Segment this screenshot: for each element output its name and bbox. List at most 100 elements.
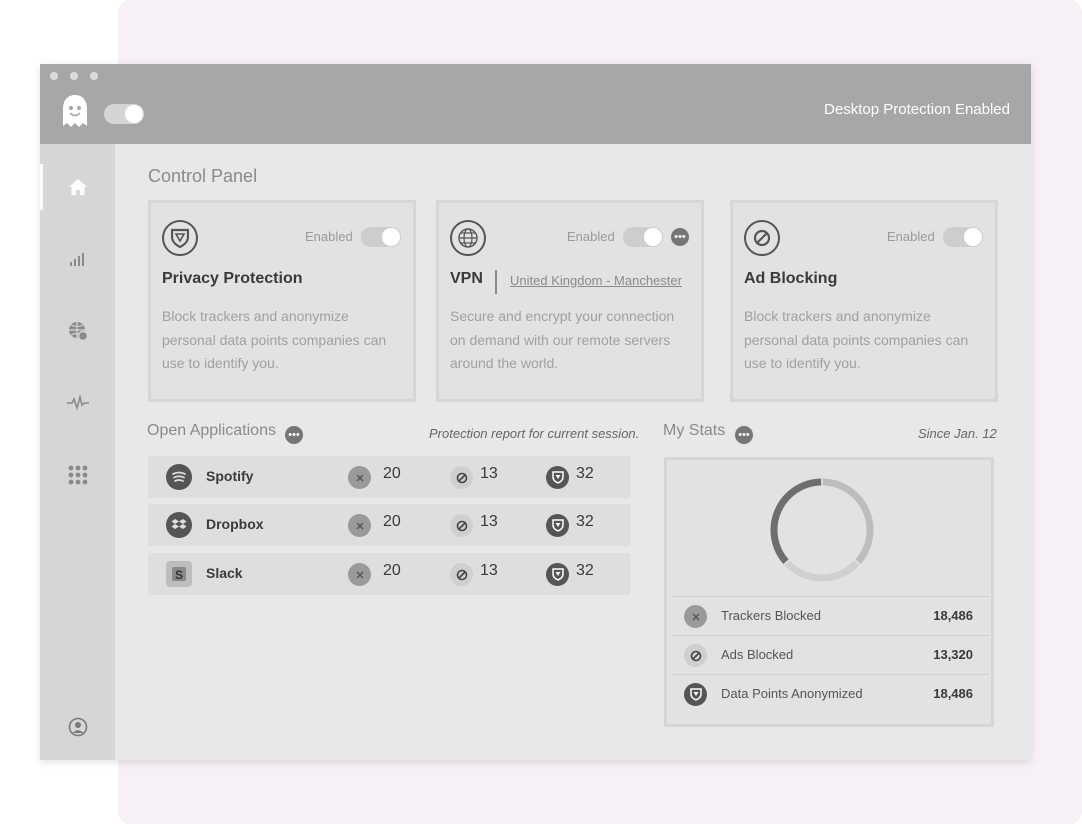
window-controls — [50, 72, 98, 80]
privacy-protection-card: Enabled Privacy Protection Block tracker… — [148, 200, 416, 402]
main-content: Control Panel Enabled Privacy Protection… — [115, 144, 1031, 760]
sidebar-item-apps[interactable] — [40, 452, 115, 498]
enabled-label: Enabled — [567, 229, 615, 244]
data-points-count: 32 — [576, 513, 594, 530]
ban-icon — [450, 563, 473, 586]
ban-icon — [684, 644, 707, 667]
minimize-window-dot[interactable] — [70, 72, 78, 80]
vpn-toggle[interactable] — [623, 227, 663, 247]
shield-icon — [546, 563, 569, 586]
stat-row-data-points: Data Points Anonymized 18,486 — [673, 674, 989, 714]
x-icon — [348, 514, 371, 537]
ban-icon — [450, 466, 473, 489]
card-description: Block trackers and anonymize personal da… — [162, 308, 387, 371]
x-icon — [684, 605, 707, 628]
stat-label: Ads Blocked — [721, 647, 794, 662]
slack-icon: S — [166, 561, 192, 587]
donut-segment-data-points-anonymized — [770, 478, 822, 565]
card-title: VPN — [450, 270, 483, 287]
ads-count: 13 — [480, 465, 498, 482]
ads-count: 13 — [480, 562, 498, 579]
enabled-label: Enabled — [305, 229, 353, 244]
stat-value: 13,320 — [933, 647, 973, 662]
maximize-window-dot[interactable] — [90, 72, 98, 80]
ad-blocking-toggle[interactable] — [943, 227, 983, 247]
app-window: Desktop Protection Enabled Control Panel — [40, 64, 1031, 760]
stat-value: 18,486 — [933, 686, 973, 701]
sidebar — [40, 144, 115, 760]
protection-master-toggle[interactable] — [104, 104, 144, 124]
stat-label: Trackers Blocked — [721, 608, 821, 623]
ellipsis-icon: ••• — [288, 429, 300, 441]
open-applications-title: Open Applications — [147, 422, 276, 439]
sidebar-item-stats[interactable] — [40, 236, 115, 282]
sidebar-item-home[interactable] — [40, 164, 115, 210]
protection-status-text: Desktop Protection Enabled — [824, 101, 1010, 118]
ghost-logo-icon — [63, 95, 87, 127]
sidebar-item-account[interactable] — [40, 704, 115, 750]
shield-icon — [546, 514, 569, 537]
user-icon — [68, 717, 87, 737]
card-description: Block trackers and anonymize personal da… — [744, 308, 969, 371]
card-title: Privacy Protection — [162, 270, 303, 287]
stat-value: 18,486 — [933, 608, 973, 623]
stat-label: Data Points Anonymized — [721, 686, 863, 701]
shield-icon — [546, 466, 569, 489]
toggle-knob — [382, 228, 400, 246]
trackers-count: 20 — [383, 465, 401, 482]
x-icon — [348, 466, 371, 489]
title-bar: Desktop Protection Enabled — [40, 64, 1031, 144]
app-name: Dropbox — [206, 516, 264, 532]
data-points-count: 32 — [576, 465, 594, 482]
toggle-knob — [125, 105, 143, 123]
ban-icon — [744, 220, 780, 256]
app-name: Spotify — [206, 468, 254, 484]
table-row[interactable]: Spotify 20 13 32 — [148, 456, 630, 498]
card-title: Ad Blocking — [744, 270, 838, 287]
my-stats-title: My Stats — [663, 422, 726, 439]
spotify-icon — [166, 464, 192, 490]
card-description: Secure and encrypt your connection on de… — [450, 308, 675, 371]
table-row[interactable]: Dropbox 20 13 32 — [148, 504, 630, 546]
svg-text:S: S — [175, 568, 183, 582]
trackers-count: 20 — [383, 513, 401, 530]
globe-icon — [450, 220, 486, 256]
stats-donut-chart — [770, 478, 874, 582]
donut-segment-trackers-blocked — [822, 478, 874, 565]
vpn-card: Enabled ••• VPN United Kingdom - Manches… — [436, 200, 704, 402]
close-window-dot[interactable] — [50, 72, 58, 80]
page-title: Control Panel — [148, 166, 258, 186]
shield-icon — [162, 220, 198, 256]
vpn-more-options-button[interactable]: ••• — [671, 228, 689, 246]
stat-row-trackers: Trackers Blocked 18,486 — [673, 596, 989, 636]
ad-blocking-card: Enabled Ad Blocking Block trackers and a… — [730, 200, 998, 402]
ads-count: 13 — [480, 513, 498, 530]
x-icon — [348, 563, 371, 586]
protection-report-note: Protection report for current session. — [429, 426, 640, 441]
stats-since-note: Since Jan. 12 — [918, 426, 997, 441]
ellipsis-icon: ••• — [738, 429, 750, 441]
dropbox-icon — [166, 512, 192, 538]
donut-segment-ads-blocked — [784, 560, 860, 582]
bar-chart-icon — [69, 253, 84, 266]
toggle-knob — [644, 228, 662, 246]
app-name: Slack — [206, 565, 243, 581]
my-stats-more-button[interactable]: ••• — [735, 426, 753, 444]
sidebar-item-activity[interactable] — [40, 380, 115, 426]
table-row[interactable]: S Slack 20 13 32 — [148, 553, 630, 595]
stat-row-ads: Ads Blocked 13,320 — [673, 635, 989, 675]
grid-icon — [68, 465, 87, 485]
open-applications-more-button[interactable]: ••• — [285, 426, 303, 444]
sidebar-item-vpn[interactable] — [40, 308, 115, 354]
vpn-location-link[interactable]: United Kingdom - Manchester — [510, 273, 682, 288]
trackers-count: 20 — [383, 562, 401, 579]
home-icon — [68, 179, 87, 195]
data-points-count: 32 — [576, 562, 594, 579]
privacy-protection-toggle[interactable] — [361, 227, 401, 247]
toggle-knob — [964, 228, 982, 246]
pulse-icon — [66, 395, 89, 411]
ban-icon — [450, 514, 473, 537]
ellipsis-icon: ••• — [674, 231, 686, 243]
my-stats-panel: Trackers Blocked 18,486 Ads Blocked 13,3… — [664, 457, 994, 727]
shield-icon — [684, 683, 707, 706]
